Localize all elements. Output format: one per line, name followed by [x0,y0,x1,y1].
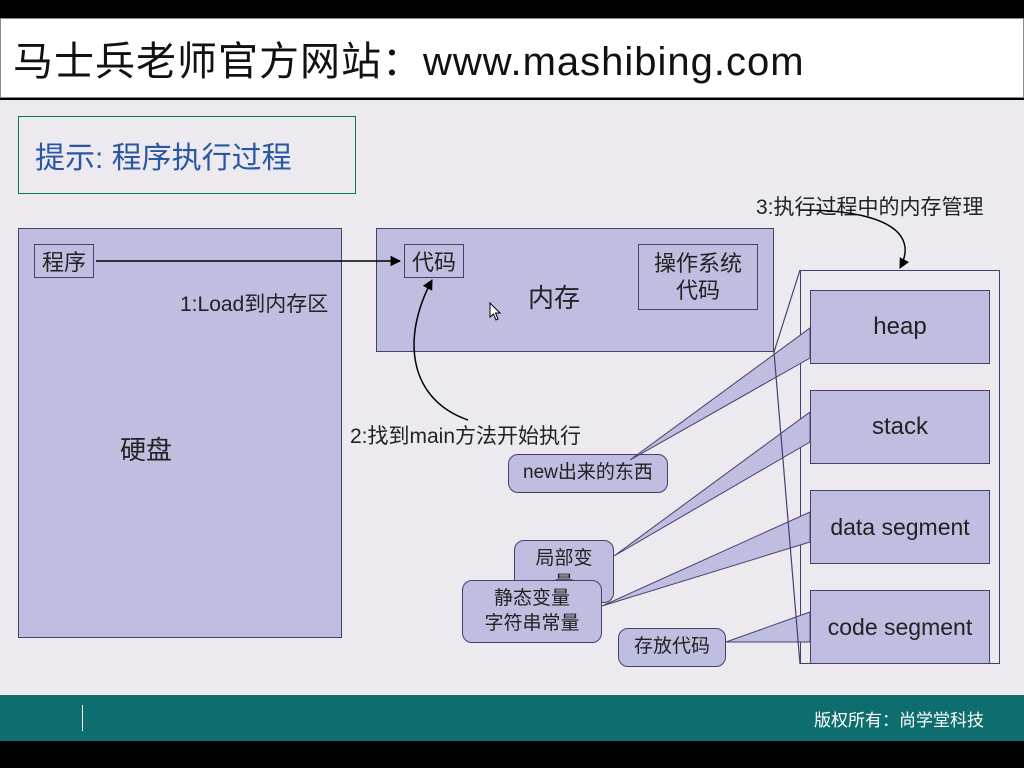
bubble-static-line1: 静态变量 [494,588,570,609]
segment-code-label: code segment [828,614,972,641]
disk-label: 硬盘 [120,430,172,467]
bubble-new-text: new出来的东西 [523,462,653,483]
segment-heap-label: heap [873,313,926,341]
segment-data: data segment [810,490,990,564]
memory-code-label: 代码 [412,245,456,277]
slide-title: 提示: 程序执行过程 [35,133,292,177]
program-box: 程序 [34,244,94,278]
os-code-box: 操作系统 代码 [638,244,758,310]
segment-stack: stack [810,390,990,464]
segment-heap: heap [810,290,990,364]
header-banner: 马士兵老师官方网站：www.mashibing.com [0,18,1024,98]
memory-code-box: 代码 [404,244,464,278]
header-text: 马士兵老师官方网站：www.mashibing.com [13,29,805,87]
mem-splay-top [774,270,800,352]
segment-code: code segment [810,590,990,664]
bubble-static: 静态变量 字符串常量 [462,580,602,643]
os-code-line2: 代码 [676,277,720,305]
program-label: 程序 [42,245,86,277]
tail-static [602,512,810,606]
bubble-new: new出来的东西 [508,454,668,493]
slide-title-box: 提示: 程序执行过程 [18,116,356,194]
main-label: 2:找到main方法开始执行 [350,420,581,450]
load-label: 1:Load到内存区 [180,288,328,318]
bubble-static-line2: 字符串常量 [484,613,579,634]
mem-mgmt-label: 3:执行过程中的内存管理 [756,191,984,221]
mem-splay-bottom [774,352,800,664]
segment-stack-label: stack [872,413,928,441]
tail-store [726,612,810,642]
footer-copyright: 版权所有：尚学堂科技 [814,706,984,731]
bubble-store-text: 存放代码 [634,636,710,657]
memory-label: 内存 [528,278,580,315]
slide-canvas: 提示: 程序执行过程 程序 硬盘 1:Load到内存区 代码 内存 操作系统 代… [0,100,1024,695]
segment-data-label: data segment [830,514,969,541]
bubble-store: 存放代码 [618,628,726,667]
os-code-line1: 操作系统 [654,250,742,278]
footer-bar: 版权所有：尚学堂科技 [0,695,1024,741]
footer-divider [82,705,83,731]
